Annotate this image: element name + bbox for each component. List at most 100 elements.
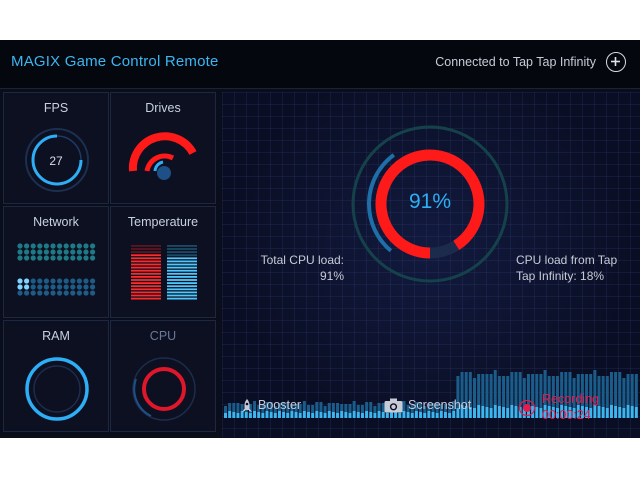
temperature-bar [167, 288, 197, 291]
network-dot [37, 290, 43, 296]
ram-gauge-icon [25, 357, 89, 421]
network-dot [24, 284, 30, 290]
network-dot [90, 249, 96, 255]
fps-value: 27 [49, 154, 63, 168]
recording-label: Recording [542, 392, 599, 406]
network-dot [70, 278, 76, 284]
booster-label: Booster [258, 398, 302, 412]
network-dot [37, 255, 43, 261]
app-window: MAGIX Game Control Remote Connected to T… [0, 40, 640, 438]
network-dot [57, 290, 63, 296]
connection-status: Connected to Tap Tap Infinity [435, 55, 596, 69]
network-dot [83, 243, 89, 249]
network-dot [37, 284, 43, 290]
network-dot [83, 278, 89, 284]
network-dot [57, 243, 63, 249]
network-dot [70, 290, 76, 296]
network-dot [76, 284, 82, 290]
tile-network[interactable]: Network [3, 206, 109, 318]
temperature-bar [167, 272, 197, 275]
network-dot [30, 243, 36, 249]
network-dot [90, 290, 96, 296]
stats-tiles: FPS 27 Drives Network Temperature RAM CP… [3, 92, 217, 432]
network-dot [63, 290, 69, 296]
network-dot [83, 255, 89, 261]
app-cpu-label-line1: CPU load from Tap [516, 253, 618, 267]
tile-temperature[interactable]: Temperature [110, 206, 216, 318]
header-bar: MAGIX Game Control Remote Connected to T… [0, 40, 640, 89]
network-dot [90, 278, 96, 284]
network-dot [90, 284, 96, 290]
network-dot [70, 284, 76, 290]
temperature-bar [167, 276, 197, 278]
temperature-bar [167, 254, 197, 257]
network-dot [90, 243, 96, 249]
camera-icon [384, 398, 403, 413]
network-dot [76, 249, 82, 255]
network-dot [17, 290, 23, 296]
total-cpu-label-text: Total CPU load: [260, 253, 344, 267]
network-dot [50, 249, 56, 255]
temperature-bar [131, 294, 161, 297]
network-dot [24, 243, 30, 249]
network-dot [17, 243, 23, 249]
network-dot [17, 249, 23, 255]
network-dot [83, 249, 89, 255]
network-dot [17, 278, 23, 284]
network-dot [83, 290, 89, 296]
temperature-bar [131, 248, 161, 250]
temperature-bar [131, 297, 161, 300]
network-dot [43, 284, 50, 290]
cpu-gauge-icon [132, 357, 196, 421]
network-dot [63, 243, 69, 249]
temperature-bar [167, 285, 197, 288]
network-dot [76, 290, 82, 296]
recording-time: 00:00:24 [542, 408, 591, 422]
record-icon [518, 399, 536, 417]
tile-drives[interactable]: Drives [110, 92, 216, 204]
network-dot [24, 249, 30, 255]
network-dot [57, 284, 63, 290]
tile-fps[interactable]: FPS 27 [3, 92, 109, 204]
network-dot [50, 278, 56, 284]
temperature-bar [131, 285, 161, 288]
temperature-bar [167, 291, 197, 294]
network-dot [76, 243, 82, 249]
network-dot [24, 278, 30, 284]
temperature-bar [131, 263, 161, 266]
temperature-bar [131, 291, 161, 294]
temperature-bar [167, 269, 197, 272]
network-dot [57, 249, 63, 255]
network-dot [57, 255, 63, 261]
temperature-bar [131, 272, 161, 275]
tile-ram[interactable]: RAM [3, 320, 109, 432]
temperature-bar [131, 245, 161, 247]
network-dot [76, 278, 82, 284]
network-dot [24, 255, 30, 261]
temperature-bar [131, 260, 161, 263]
network-dot [43, 243, 50, 249]
network-dot [43, 255, 50, 261]
temperature-bar [131, 279, 161, 281]
temperature-bar [131, 266, 161, 269]
network-dot [30, 255, 36, 261]
temperature-bar [131, 276, 161, 278]
network-dot [70, 255, 76, 261]
drives-gauge-icon [128, 132, 197, 180]
temperature-bar [167, 279, 197, 281]
temperature-bar [167, 263, 197, 266]
temperature-bar [167, 248, 197, 250]
network-dot [63, 249, 69, 255]
total-cpu-label: Total CPU load: 91% [261, 252, 344, 284]
network-dot [30, 278, 36, 284]
network-dot [63, 278, 69, 284]
fps-gauge-icon [25, 128, 89, 192]
total-cpu-value: 91% [319, 269, 344, 283]
tile-cpu[interactable]: CPU [110, 320, 216, 432]
plus-circle-icon [611, 57, 620, 66]
action-bar: Booster Screenshot Recording 00:00:24 [222, 380, 640, 438]
add-connection-button[interactable] [606, 52, 626, 72]
network-dot [63, 284, 69, 290]
temperature-bar [167, 266, 197, 269]
temperature-bar [131, 251, 161, 253]
